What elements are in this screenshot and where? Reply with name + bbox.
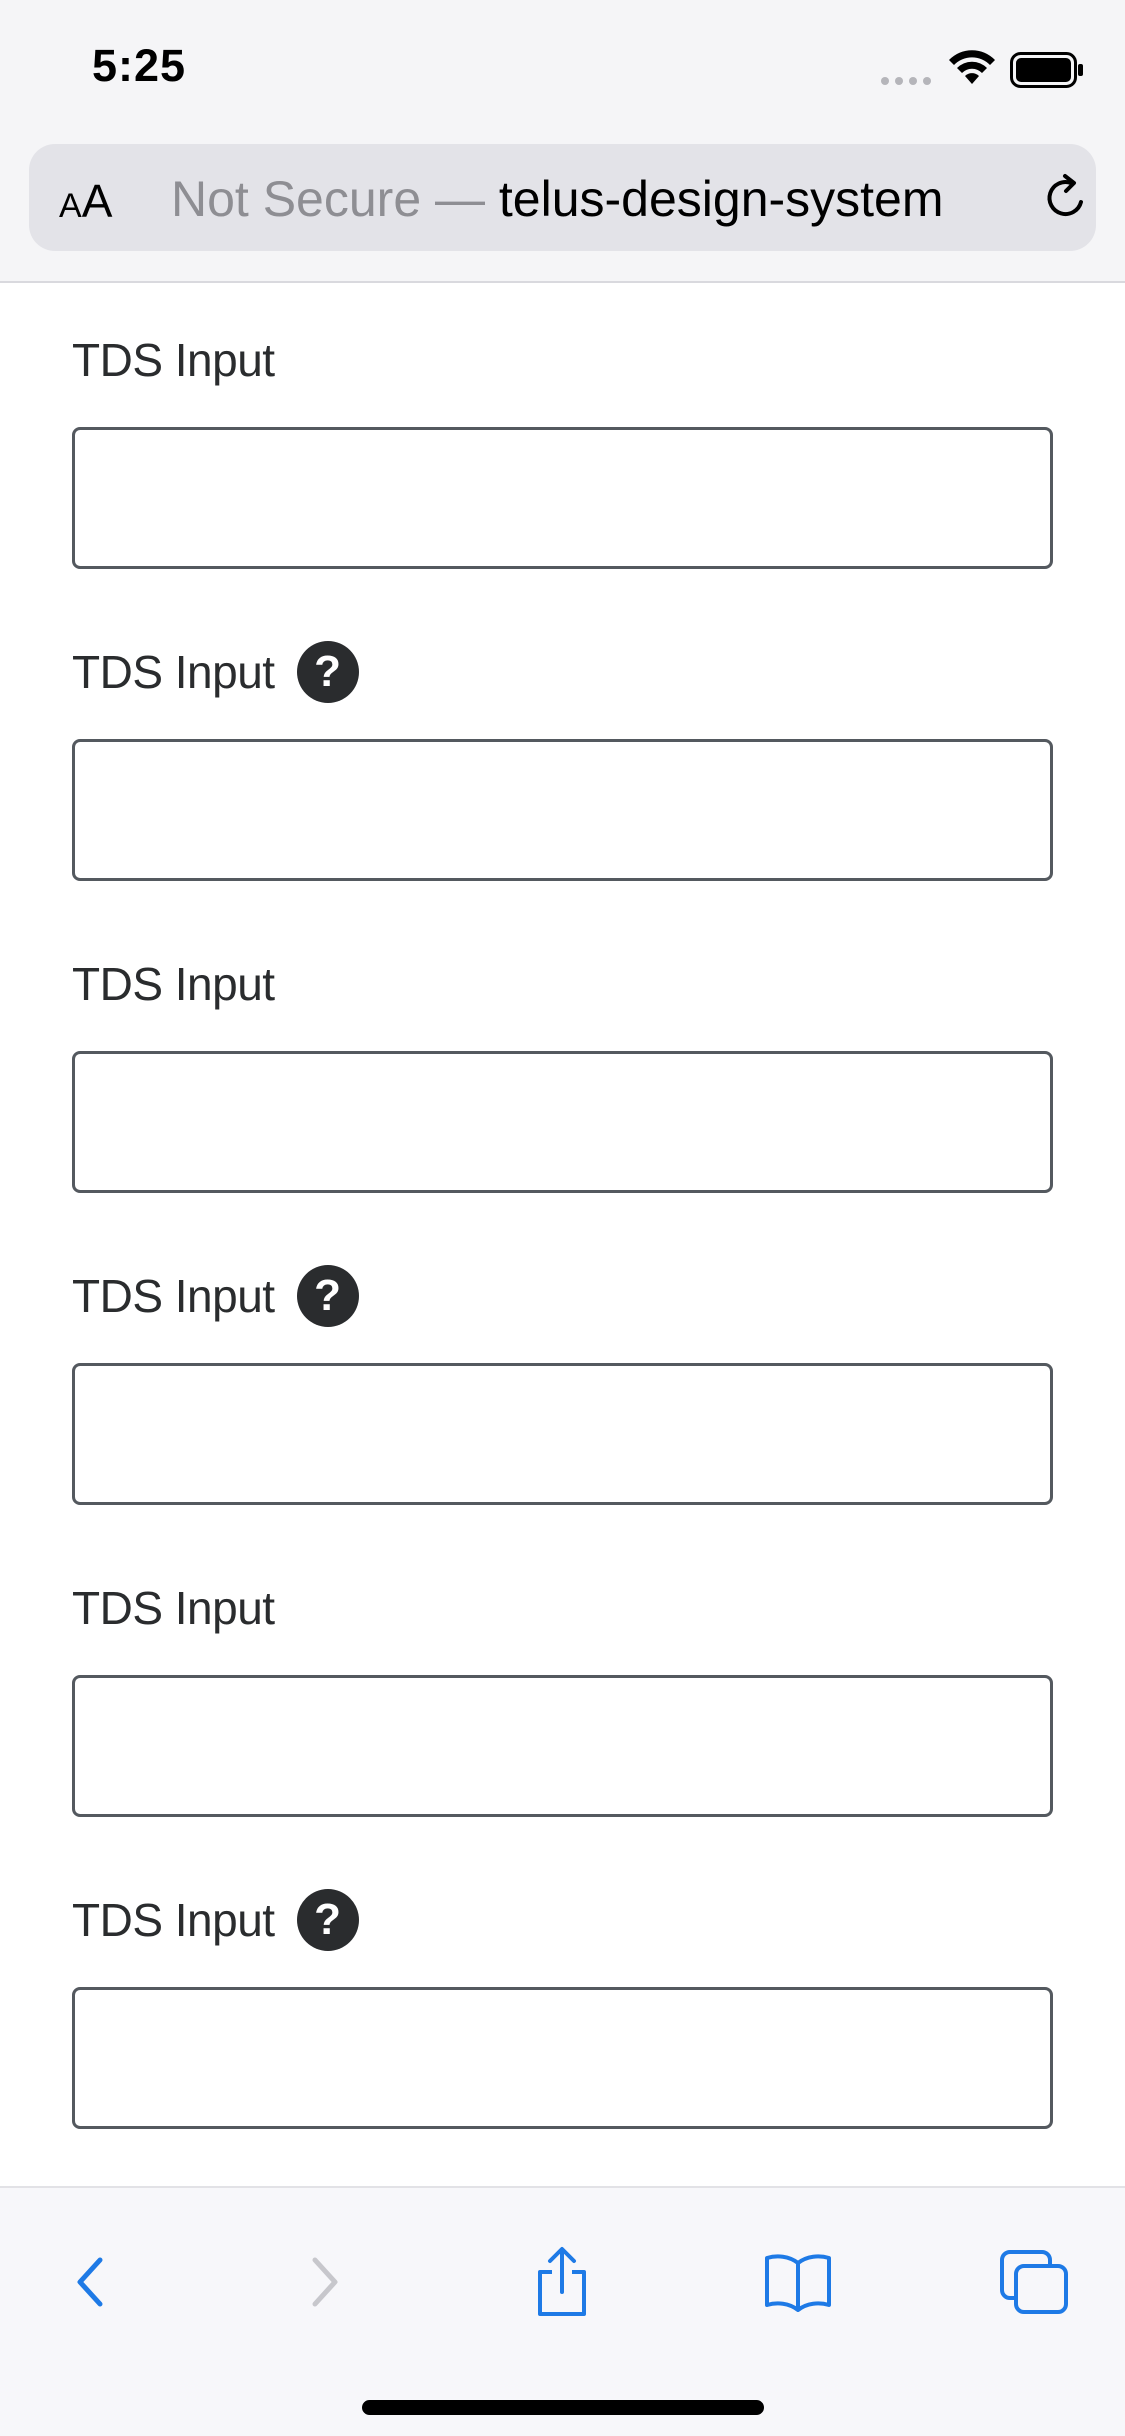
form-field: TDS Input — [72, 949, 1053, 1193]
reload-icon[interactable] — [1041, 172, 1093, 224]
home-indicator[interactable] — [362, 2400, 764, 2415]
field-label-row: TDS Input — [72, 1573, 1053, 1643]
field-label: TDS Input — [72, 1894, 275, 1946]
field-label: TDS Input — [72, 334, 275, 386]
cellular-signal-icon — [881, 77, 931, 85]
forward-button[interactable] — [275, 2232, 375, 2332]
wifi-icon — [949, 50, 995, 84]
tds-input-2[interactable] — [72, 739, 1053, 881]
text-size-button[interactable]: AA — [59, 174, 125, 227]
field-label: TDS Input — [72, 958, 275, 1010]
forward-icon — [312, 2257, 338, 2307]
field-label-row: TDS Input ? — [72, 1885, 1053, 1955]
aa-large-glyph: A — [81, 175, 113, 227]
field-label-row: TDS Input — [72, 949, 1053, 1019]
form-field: TDS Input ? — [72, 1261, 1053, 1505]
back-button[interactable] — [40, 2232, 140, 2332]
field-label: TDS Input — [72, 1270, 275, 1322]
battery-icon — [1010, 52, 1083, 88]
browser-top-chrome: 5:25 AA Not Secure — telus-design-system — [0, 0, 1125, 283]
bookmarks-icon — [765, 2254, 831, 2312]
form-field: TDS Input — [72, 325, 1053, 569]
tds-input-1[interactable] — [72, 427, 1053, 569]
status-time: 5:25 — [92, 40, 187, 91]
tds-input-6[interactable] — [72, 1987, 1053, 2129]
form-field: TDS Input — [72, 1573, 1053, 1817]
aa-small-glyph: A — [59, 187, 82, 225]
tds-input-3[interactable] — [72, 1051, 1053, 1193]
share-icon — [538, 2247, 586, 2316]
tabs-icon — [1000, 2250, 1068, 2314]
back-icon — [77, 2257, 103, 2307]
address-bar[interactable]: AA Not Secure — telus-design-system — [29, 144, 1096, 251]
browser-bottom-toolbar — [0, 2186, 1125, 2436]
help-question-icon[interactable]: ? — [296, 641, 359, 703]
tds-input-4[interactable] — [72, 1363, 1053, 1505]
url-security-label: Not Secure — — [171, 171, 499, 227]
bookmarks-button[interactable] — [748, 2232, 848, 2332]
tds-input-5[interactable] — [72, 1675, 1053, 1817]
form-field: TDS Input ? — [72, 637, 1053, 881]
field-label-row: TDS Input ? — [72, 637, 1053, 707]
tabs-button[interactable] — [984, 2232, 1084, 2332]
url-field[interactable]: Not Secure — telus-design-system — [171, 170, 1019, 228]
page-content: TDS Input TDS Input ? TDS Input TDS Inpu… — [0, 285, 1125, 2185]
url-domain: telus-design-system — [498, 171, 944, 227]
share-button[interactable] — [512, 2232, 612, 2332]
help-question-icon[interactable]: ? — [296, 1889, 359, 1951]
field-label-row: TDS Input ? — [72, 1261, 1053, 1331]
safari-page: 5:25 AA Not Secure — telus-design-system — [0, 0, 1125, 2436]
form-field: TDS Input ? — [72, 1885, 1053, 2129]
help-question-icon[interactable]: ? — [296, 1265, 359, 1327]
field-label-row: TDS Input — [72, 325, 1053, 395]
field-label: TDS Input — [72, 646, 275, 698]
field-label: TDS Input — [72, 1582, 275, 1634]
